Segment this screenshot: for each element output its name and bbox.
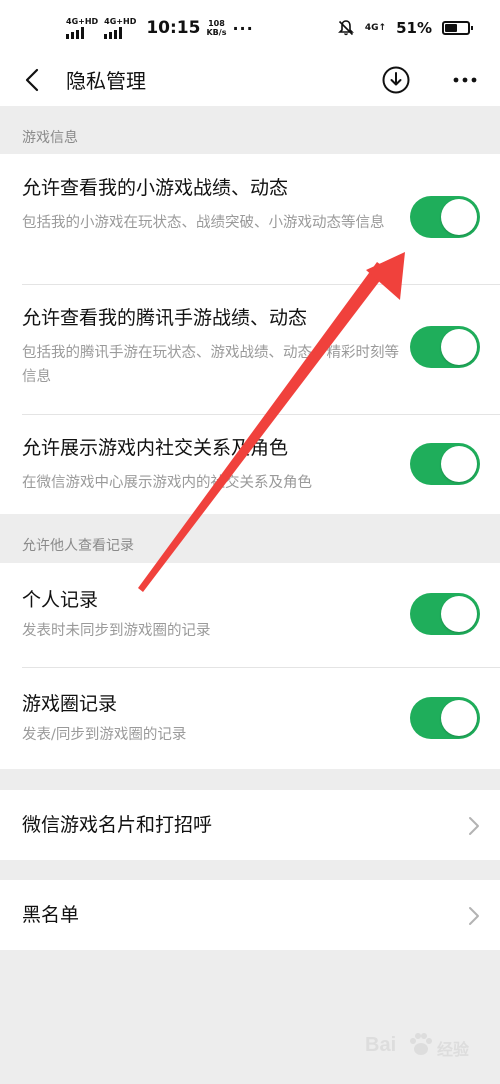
game-info-group: 允许查看我的小游戏战绩、动态 包括我的小游戏在玩状态、战绩突破、小游戏动态等信息…	[0, 154, 500, 514]
more-button[interactable]	[447, 64, 483, 96]
watermark-text: Bai	[365, 1034, 397, 1056]
mute-icon	[337, 20, 354, 36]
setting-row-tencent-mobile: 允许查看我的腾讯手游战绩、动态 包括我的腾讯手游在玩状态、游戏战绩、动态、精彩时…	[0, 284, 500, 414]
baidu-watermark: Bai 经验	[355, 1026, 485, 1070]
setting-row-social: 允许展示游戏内社交关系及角色 在微信游戏中心展示游戏内的社交关系及角色	[0, 414, 500, 514]
link-label: 微信游戏名片和打招呼	[22, 814, 213, 836]
link-row-blacklist[interactable]: 黑名单	[0, 880, 500, 950]
toggle-tencent-mobile[interactable]	[410, 326, 480, 368]
sim2-signal-icon: 4G+HD	[104, 16, 137, 39]
network-type: 4G↑	[364, 22, 387, 33]
setting-desc: 发表时未同步到游戏圈的记录	[22, 623, 211, 639]
setting-title: 允许查看我的腾讯手游战绩、动态	[22, 307, 308, 329]
back-button[interactable]	[14, 62, 50, 98]
toggle-knob	[441, 596, 477, 632]
link-label: 黑名单	[22, 904, 80, 926]
toggle-knob	[441, 446, 477, 482]
section-header-records: 允许他人查看记录	[22, 538, 134, 554]
setting-row-personal-record: 个人记录 发表时未同步到游戏圈的记录	[0, 563, 500, 667]
setting-title: 游戏圈记录	[22, 693, 118, 715]
setting-title: 允许查看我的小游戏战绩、动态	[22, 177, 289, 199]
download-button[interactable]	[380, 64, 412, 96]
setting-title: 允许展示游戏内社交关系及角色	[22, 437, 289, 459]
toggle-personal-record[interactable]	[410, 593, 480, 635]
toggle-knob	[441, 199, 477, 235]
battery-icon	[442, 21, 473, 35]
paw-icon	[410, 1033, 432, 1055]
sim1-signal-icon: 4G+HD	[66, 16, 99, 39]
setting-desc: 包括我的腾讯手游在玩状态、游戏战绩、动态、精彩时刻等信息	[22, 345, 399, 385]
setting-desc: 在微信游戏中心展示游戏内的社交关系及角色	[22, 475, 312, 491]
setting-desc: 包括我的小游戏在玩状态、战绩突破、小游戏动态等信息	[22, 215, 385, 231]
page-title: 隐私管理	[66, 69, 146, 93]
setting-row-circle-record: 游戏圈记录 发表/同步到游戏圈的记录	[0, 667, 500, 769]
status-bar: 4G+HD 4G+HD 10:15 108 KB/s ··· 4G↑ 51%	[0, 0, 500, 56]
records-group: 个人记录 发表时未同步到游戏圈的记录 游戏圈记录 发表/同步到游戏圈的记录	[0, 563, 500, 769]
battery-percent: 51%	[396, 19, 432, 37]
status-left: 4G+HD 4G+HD 10:15 108 KB/s ···	[66, 16, 254, 40]
watermark-subtext: 经验	[437, 1040, 470, 1059]
sim1-label: 4G+HD	[66, 16, 99, 26]
network-speed-value: 108	[208, 19, 225, 28]
section-header-game-info: 游戏信息	[22, 130, 78, 146]
setting-title: 个人记录	[22, 589, 99, 611]
toggle-circle-record[interactable]	[410, 697, 480, 739]
toggle-knob	[441, 329, 477, 365]
status-more-dots: ···	[232, 18, 254, 38]
network-speed-unit: KB/s	[206, 28, 227, 37]
toggle-knob	[441, 700, 477, 736]
chevron-right-icon	[469, 817, 479, 835]
more-dots-icon	[453, 77, 477, 83]
status-right: 4G↑ 51%	[337, 16, 473, 40]
link-row-game-card[interactable]: 微信游戏名片和打招呼	[0, 790, 500, 860]
nav-bar: 隐私管理	[0, 56, 500, 106]
toggle-mini-game[interactable]	[410, 196, 480, 238]
chevron-left-icon	[25, 68, 39, 92]
chevron-right-icon	[469, 907, 479, 925]
network-speed: 108 KB/s	[206, 19, 226, 37]
toggle-social[interactable]	[410, 443, 480, 485]
setting-row-mini-game: 允许查看我的小游戏战绩、动态 包括我的小游戏在玩状态、战绩突破、小游戏动态等信息	[0, 154, 500, 284]
sim2-label: 4G+HD	[104, 16, 137, 26]
download-icon	[382, 66, 410, 94]
setting-desc: 发表/同步到游戏圈的记录	[22, 727, 187, 743]
status-time: 10:15	[146, 18, 201, 38]
